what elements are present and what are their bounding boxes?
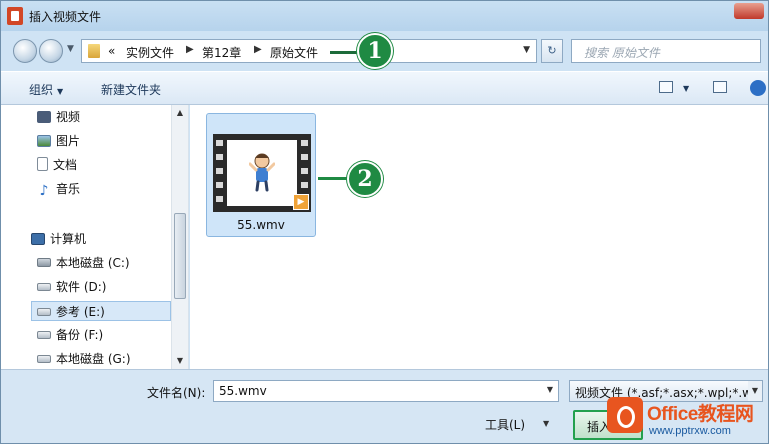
video-frame xyxy=(227,140,297,206)
chevron-down-icon[interactable]: ▼ xyxy=(547,385,553,394)
drive-icon xyxy=(37,331,51,339)
title-bar: 插入视频文件 xyxy=(1,1,768,31)
breadcrumb-separator-icon[interactable]: ▶ xyxy=(254,44,262,55)
chevron-down-icon: ▼ xyxy=(57,87,64,96)
film-hole xyxy=(216,196,223,202)
filename-input[interactable]: 55.wmv ▼ xyxy=(213,380,559,402)
sidebar-item-label: 文档 xyxy=(53,158,78,172)
picture-library-icon xyxy=(37,135,51,147)
film-hole xyxy=(216,154,223,160)
watermark-url: www.pptrxw.com xyxy=(649,425,731,437)
breadcrumb-item[interactable]: 第12章 xyxy=(202,44,241,61)
search-input[interactable]: 搜索 原始文件 xyxy=(571,39,761,63)
local-disk-icon xyxy=(37,258,51,267)
sidebar-item-music[interactable]: ♪ 音乐 xyxy=(37,179,80,199)
breadcrumb-item[interactable]: 原始文件 xyxy=(270,44,318,61)
address-dropdown-icon[interactable]: ▼ xyxy=(523,45,530,55)
insert-video-dialog: 插入视频文件 ▼ « 实例文件 ▶ 第12章 ▶ 原始文件 ▼ ↻ 搜索 原始文… xyxy=(0,0,769,444)
scrollbar-thumb[interactable] xyxy=(174,213,186,299)
callout-number: 1 xyxy=(357,33,393,69)
address-bar[interactable]: « 实例文件 ▶ 第12章 ▶ 原始文件 ▼ xyxy=(81,39,537,63)
sidebar-item-label: 音乐 xyxy=(56,182,81,196)
window-title: 插入视频文件 xyxy=(29,10,102,24)
film-hole xyxy=(216,140,223,146)
organize-label: 组织 xyxy=(29,83,54,97)
sidebar-item-drive-f[interactable]: 备份 (F:) xyxy=(37,325,103,345)
callout-leader-line xyxy=(318,177,348,180)
sidebar-item-video[interactable]: 视频 xyxy=(37,107,80,127)
sidebar-item-drive-e[interactable]: 参考 (E:) xyxy=(31,301,171,321)
breadcrumb-separator-icon[interactable]: ▶ xyxy=(186,44,194,55)
sidebar-item-label: 计算机 xyxy=(50,232,87,246)
film-hole xyxy=(301,140,308,146)
sidebar-item-documents[interactable]: 文档 xyxy=(37,155,77,175)
film-hole xyxy=(216,168,223,174)
navigation-pane: 视频 图片 文档 ♪ 音乐 计算机 本地磁盘 (C:) 软件 (D:) 参考 (E… xyxy=(1,105,189,369)
file-list: ▶ 55.wmv xyxy=(190,105,768,369)
drive-icon xyxy=(37,283,51,291)
sidebar-scrollbar[interactable]: ▲ ▼ xyxy=(171,105,188,369)
search-placeholder: 搜索 原始文件 xyxy=(584,46,660,60)
powerpoint-icon xyxy=(7,7,23,25)
filename-label: 文件名(N): xyxy=(147,386,206,400)
forward-button[interactable] xyxy=(39,39,63,63)
callout-number: 2 xyxy=(347,161,383,197)
video-library-icon xyxy=(37,111,51,123)
refresh-icon[interactable]: ↻ xyxy=(541,39,563,63)
filename-value: 55.wmv xyxy=(219,384,267,398)
music-library-icon: ♪ xyxy=(39,183,49,199)
tools-button[interactable]: 工具(L) xyxy=(485,416,525,433)
change-view-icon[interactable] xyxy=(659,81,673,93)
chevron-down-icon[interactable]: ▼ xyxy=(543,419,549,428)
film-hole xyxy=(216,182,223,188)
computer-icon xyxy=(31,233,45,245)
film-hole xyxy=(301,154,308,160)
file-item[interactable]: ▶ 55.wmv xyxy=(206,113,316,237)
breadcrumb-overflow[interactable]: « xyxy=(108,44,115,58)
sidebar-item-label: 视频 xyxy=(56,110,81,124)
sidebar-item-pictures[interactable]: 图片 xyxy=(37,131,80,151)
recent-pages-chevron-icon[interactable]: ▼ xyxy=(67,44,74,54)
sidebar-item-drive-c[interactable]: 本地磁盘 (C:) xyxy=(37,253,130,273)
sidebar-item-label: 本地磁盘 (G:) xyxy=(56,352,131,366)
play-icon: ▶ xyxy=(293,194,309,210)
folder-icon xyxy=(88,44,100,58)
scroll-up-icon[interactable]: ▲ xyxy=(172,105,188,121)
organize-menu[interactable]: 组织 ▼ xyxy=(29,81,63,98)
cartoon-figure-icon xyxy=(249,153,275,192)
scroll-down-icon[interactable]: ▼ xyxy=(172,353,188,369)
drive-icon xyxy=(37,308,51,316)
film-hole xyxy=(301,182,308,188)
watermark: Office教程网 www.pptrxw.com xyxy=(607,395,769,443)
video-thumbnail: ▶ xyxy=(213,134,311,212)
sidebar-item-label: 备份 (F:) xyxy=(56,328,104,342)
film-hole xyxy=(301,168,308,174)
watermark-brand: Office教程网 xyxy=(647,404,754,425)
back-button[interactable] xyxy=(13,39,37,63)
sidebar-item-label: 本地磁盘 (C:) xyxy=(56,256,130,270)
breadcrumb-item[interactable]: 实例文件 xyxy=(126,44,174,61)
office-logo-icon xyxy=(607,397,643,433)
sidebar-item-computer[interactable]: 计算机 xyxy=(31,229,86,249)
preview-pane-icon[interactable] xyxy=(713,81,727,93)
new-folder-button[interactable]: 新建文件夹 xyxy=(101,81,161,98)
sidebar-item-label: 图片 xyxy=(56,134,81,148)
file-name: 55.wmv xyxy=(237,218,285,232)
sidebar-item-label: 软件 (D:) xyxy=(56,280,107,294)
sidebar-item-label: 参考 (E:) xyxy=(56,305,105,319)
view-options-chevron-icon[interactable]: ▼ xyxy=(683,84,689,93)
close-button[interactable] xyxy=(734,3,764,19)
toolbar: 组织 ▼ 新建文件夹 ▼ xyxy=(1,71,768,105)
sidebar-item-drive-g[interactable]: 本地磁盘 (G:) xyxy=(37,349,131,369)
help-icon[interactable] xyxy=(750,80,766,96)
drive-icon xyxy=(37,355,51,363)
document-library-icon xyxy=(37,157,48,171)
sidebar-item-drive-d[interactable]: 软件 (D:) xyxy=(37,277,106,297)
